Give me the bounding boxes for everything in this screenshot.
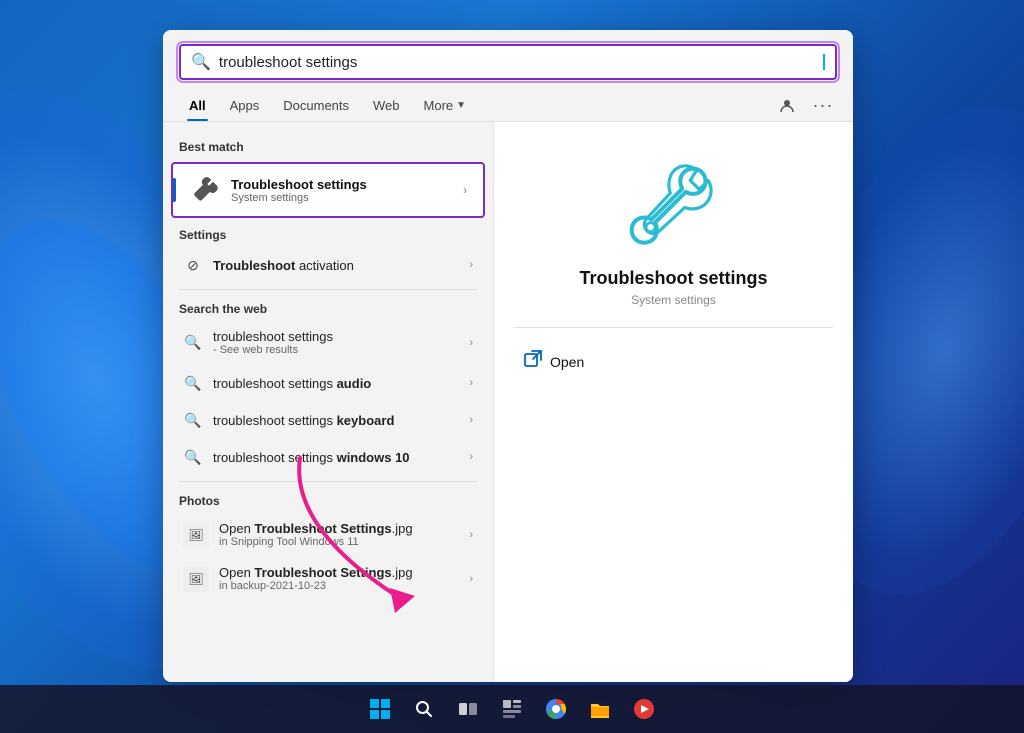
open-label: Open <box>550 354 584 370</box>
web-result-4[interactable]: 🔍 troubleshoot settings windows 10 › <box>167 439 489 475</box>
search-web-label: Search the web <box>163 296 493 320</box>
taskbar-app-button[interactable] <box>624 689 664 729</box>
main-content: Best match Troubleshoot settings System … <box>163 122 853 682</box>
web-result-2-text: troubleshoot settings audio <box>213 376 459 391</box>
troubleshoot-settings-icon <box>189 174 221 206</box>
tab-web[interactable]: Web <box>363 90 410 121</box>
tab-apps[interactable]: Apps <box>220 90 270 121</box>
search-web-icon-1: 🔍 <box>183 333 203 353</box>
tabs-bar: All Apps Documents Web More ▼ <box>163 90 853 122</box>
tabs-right-icons: ··· <box>773 92 837 120</box>
app-icon <box>633 698 655 720</box>
web-result-3[interactable]: 🔍 troubleshoot settings keyboard › <box>167 402 489 438</box>
photo-icon-2: 🖼 <box>183 566 209 592</box>
web-result-3-text: troubleshoot settings keyboard <box>213 413 459 428</box>
best-match-subtitle: System settings <box>231 192 453 204</box>
photo-result-2-text: Open Troubleshoot Settings.jpgin backup-… <box>219 565 459 592</box>
desktop: 🔍 troubleshoot settings All Apps Documen… <box>0 0 1024 733</box>
taskbar <box>0 685 1024 733</box>
external-link-icon <box>524 350 542 373</box>
photo-result-2-arrow: › <box>469 573 473 585</box>
item-chevron-icon: › <box>469 259 473 271</box>
web-result-4-text: troubleshoot settings windows 10 <box>213 450 459 465</box>
settings-section-label: Settings <box>163 222 493 246</box>
chrome-icon <box>545 698 567 720</box>
taskview-icon <box>458 699 478 719</box>
search-bar[interactable]: 🔍 troubleshoot settings <box>179 44 837 80</box>
file-explorer-icon <box>589 698 611 720</box>
best-match-title: Troubleshoot settings <box>231 177 453 192</box>
divider-1 <box>179 289 477 290</box>
search-cursor <box>823 54 825 70</box>
search-taskbar-icon <box>414 699 434 719</box>
wrench-icon-overlay <box>629 157 719 247</box>
right-panel-title: Troubleshoot settings <box>579 268 767 289</box>
troubleshoot-activation-text: Troubleshoot activation <box>213 258 459 273</box>
divider-2 <box>179 481 477 482</box>
circle-slash-icon: ⊘ <box>183 255 203 275</box>
person-icon-button[interactable] <box>773 92 801 120</box>
photo-icon-1: 🖼 <box>183 522 209 548</box>
search-web-icon-3: 🔍 <box>183 410 203 430</box>
chevron-down-icon: ▼ <box>456 100 466 111</box>
open-button[interactable]: Open <box>514 344 594 379</box>
tab-more[interactable]: More ▼ <box>414 90 477 121</box>
photo-result-1-arrow: › <box>469 529 473 541</box>
ellipsis-button[interactable]: ··· <box>809 92 837 120</box>
best-match-chevron-icon: › <box>463 183 467 197</box>
search-panel: 🔍 troubleshoot settings All Apps Documen… <box>163 30 853 682</box>
web-result-1-text: troubleshoot settings- See web results <box>213 329 459 356</box>
tab-documents[interactable]: Documents <box>273 90 359 121</box>
photo-result-1[interactable]: 🖼 Open Troubleshoot Settings.jpgin Snipp… <box>167 513 489 556</box>
tab-all[interactable]: All <box>179 90 216 121</box>
best-match-info: Troubleshoot settings System settings <box>231 177 453 204</box>
taskbar-explorer-button[interactable] <box>580 689 620 729</box>
web-result-3-arrow: › <box>469 414 473 426</box>
taskbar-search-button[interactable] <box>404 689 444 729</box>
search-web-icon-2: 🔍 <box>183 373 203 393</box>
best-match-item[interactable]: Troubleshoot settings System settings › <box>171 162 485 218</box>
photo-result-2[interactable]: 🖼 Open Troubleshoot Settings.jpgin backu… <box>167 557 489 600</box>
right-panel-divider <box>514 327 833 328</box>
search-icon: 🔍 <box>191 52 211 72</box>
windows-logo-icon <box>369 698 391 720</box>
taskbar-start-button[interactable] <box>360 689 400 729</box>
web-result-2-arrow: › <box>469 377 473 389</box>
search-web-icon-4: 🔍 <box>183 447 203 467</box>
search-bar-container: 🔍 troubleshoot settings <box>163 30 853 90</box>
ellipsis-icon: ··· <box>813 95 834 116</box>
taskbar-chrome-button[interactable] <box>536 689 576 729</box>
web-result-1-arrow: › <box>469 337 473 349</box>
right-panel-subtitle: System settings <box>631 293 716 307</box>
web-result-2[interactable]: 🔍 troubleshoot settings audio › <box>167 365 489 401</box>
taskbar-widgets-button[interactable] <box>492 689 532 729</box>
right-panel: Troubleshoot settings System settings Op… <box>493 122 853 682</box>
widgets-icon <box>502 699 522 719</box>
left-panel: Best match Troubleshoot settings System … <box>163 122 493 682</box>
photos-section-label: Photos <box>163 488 493 512</box>
best-match-label: Best match <box>163 134 493 158</box>
right-panel-icon-area <box>624 152 724 252</box>
web-result-1[interactable]: 🔍 troubleshoot settings- See web results… <box>167 321 489 364</box>
taskbar-taskview-button[interactable] <box>448 689 488 729</box>
search-input[interactable]: troubleshoot settings <box>219 54 815 71</box>
troubleshoot-activation-item[interactable]: ⊘ Troubleshoot activation › <box>167 247 489 283</box>
photo-result-1-text: Open Troubleshoot Settings.jpgin Snippin… <box>219 521 459 548</box>
person-icon <box>779 98 795 114</box>
web-result-4-arrow: › <box>469 451 473 463</box>
